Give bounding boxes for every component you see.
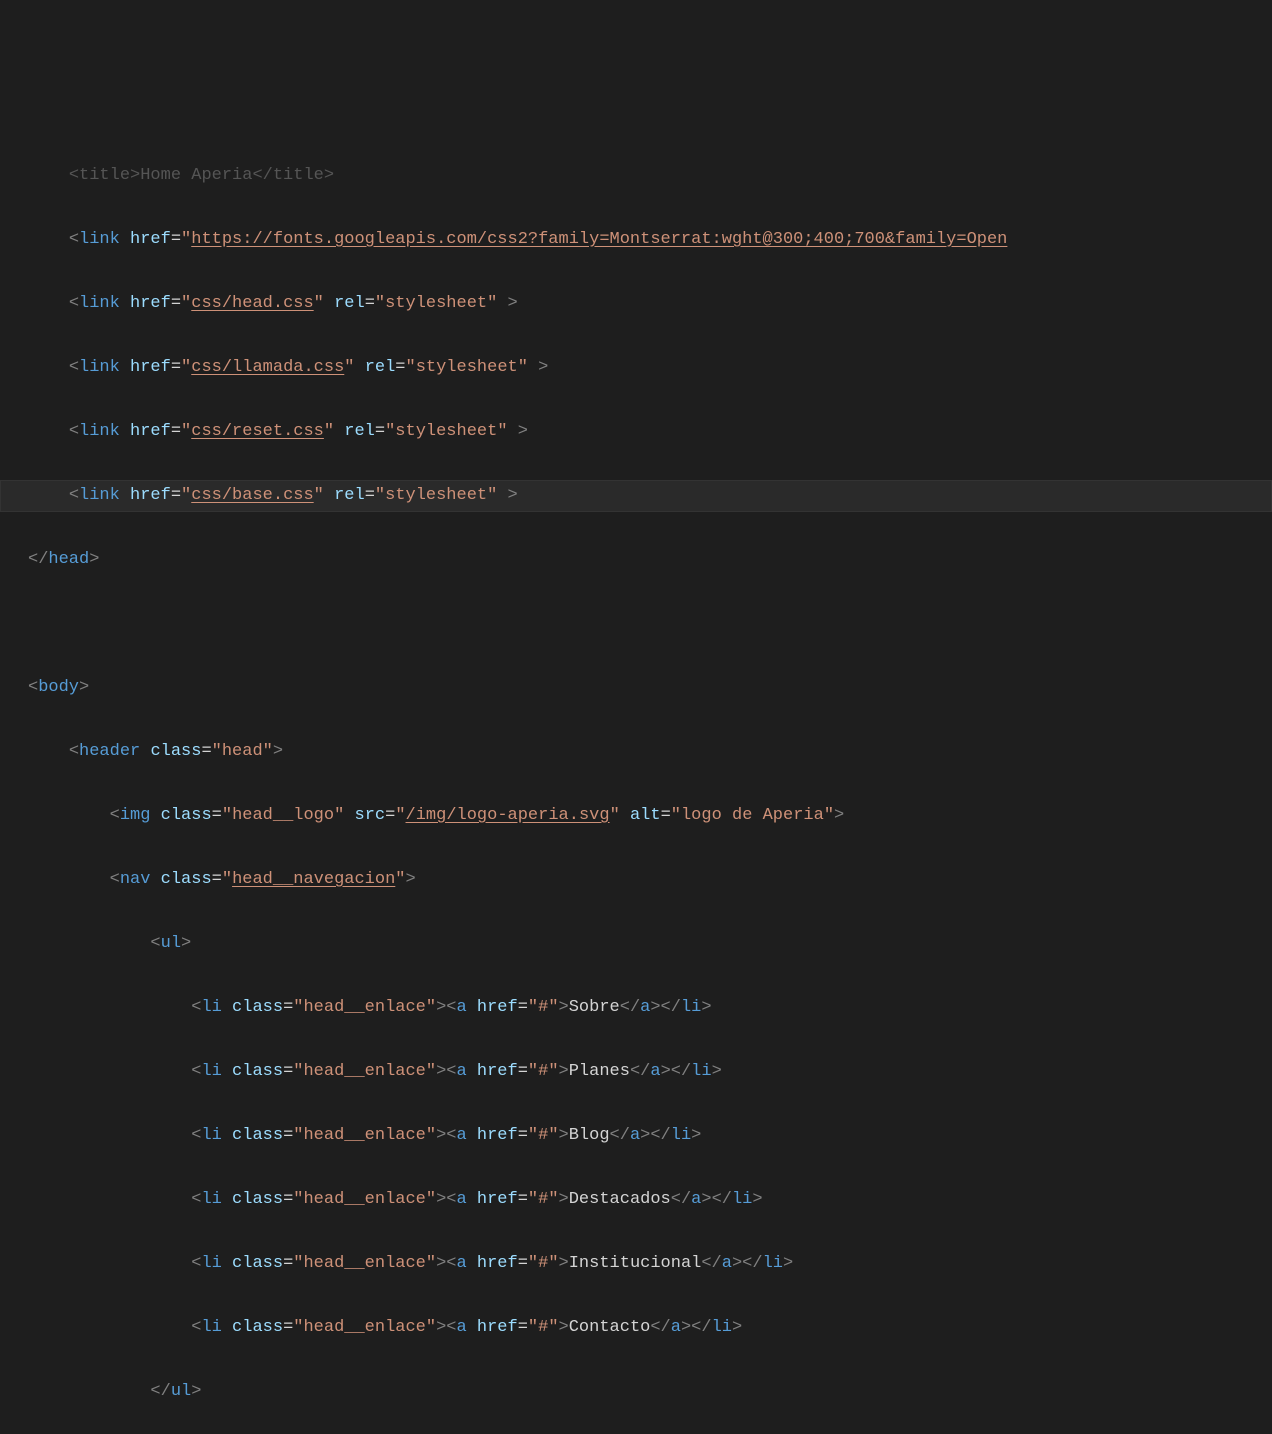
tag-header: header xyxy=(79,742,140,761)
code-line[interactable]: </ul> xyxy=(0,1376,1272,1408)
code-line[interactable] xyxy=(0,608,1272,640)
title-text: Home Aperia xyxy=(140,166,252,185)
code-line[interactable]: <li class="head__enlace"><a href="#">Blo… xyxy=(0,1120,1272,1152)
code-line-active[interactable]: <link href="css/base.css" rel="styleshee… xyxy=(0,480,1272,512)
code-line[interactable]: <li class="head__enlace"><a href="#">Con… xyxy=(0,1312,1272,1344)
link-text-blog: Blog xyxy=(569,1126,610,1145)
code-line[interactable]: <link href="https://fonts.googleapis.com… xyxy=(0,224,1272,256)
tag-img: img xyxy=(120,806,151,825)
code-line[interactable]: <link href="css/reset.css" rel="styleshe… xyxy=(0,416,1272,448)
img-src: /img/logo-aperia.svg xyxy=(406,806,610,825)
code-line[interactable]: <ul> xyxy=(0,928,1272,960)
code-line[interactable]: <li class="head__enlace"><a href="#">Des… xyxy=(0,1184,1272,1216)
href-base-css: css/base.css xyxy=(191,486,313,505)
code-line[interactable]: <li class="head__enlace"><a href="#">Sob… xyxy=(0,992,1272,1024)
tag-link: link xyxy=(79,230,120,249)
link-text-institucional: Institucional xyxy=(569,1254,702,1273)
tag-ul-close: ul xyxy=(171,1382,191,1401)
code-line[interactable]: <li class="head__enlace"><a href="#">Ins… xyxy=(0,1248,1272,1280)
code-line[interactable]: <body> xyxy=(0,672,1272,704)
code-line[interactable]: <header class="head"> xyxy=(0,736,1272,768)
code-line[interactable]: <link href="css/head.css" rel="styleshee… xyxy=(0,288,1272,320)
tag-body: body xyxy=(38,678,79,697)
link-text-planes: Planes xyxy=(569,1062,630,1081)
tag-nav: nav xyxy=(120,870,151,889)
code-line[interactable]: <title>Home Aperia</title> xyxy=(0,160,1272,192)
tag-ul: ul xyxy=(161,934,181,953)
code-line[interactable]: <img class="head__logo" src="/img/logo-a… xyxy=(0,800,1272,832)
href-llamada-css: css/llamada.css xyxy=(191,358,344,377)
tag-title-open: title xyxy=(79,166,130,185)
link-text-contacto: Contacto xyxy=(569,1318,651,1337)
code-line[interactable]: </head> xyxy=(0,544,1272,576)
tag-li: li xyxy=(201,998,221,1017)
href-google-fonts: https://fonts.googleapis.com/css2?family… xyxy=(191,230,1007,249)
link-text-sobre: Sobre xyxy=(569,998,620,1017)
code-editor[interactable]: <title>Home Aperia</title> <link href="h… xyxy=(0,128,1272,1434)
link-text-destacados: Destacados xyxy=(569,1190,671,1209)
code-line[interactable]: <link href="css/llamada.css" rel="styles… xyxy=(0,352,1272,384)
tag-head-close: head xyxy=(48,550,89,569)
href-reset-css: css/reset.css xyxy=(191,422,324,441)
code-line[interactable]: <nav class="head__navegacion"> xyxy=(0,864,1272,896)
href-head-css: css/head.css xyxy=(191,294,313,313)
code-line[interactable]: <li class="head__enlace"><a href="#">Pla… xyxy=(0,1056,1272,1088)
